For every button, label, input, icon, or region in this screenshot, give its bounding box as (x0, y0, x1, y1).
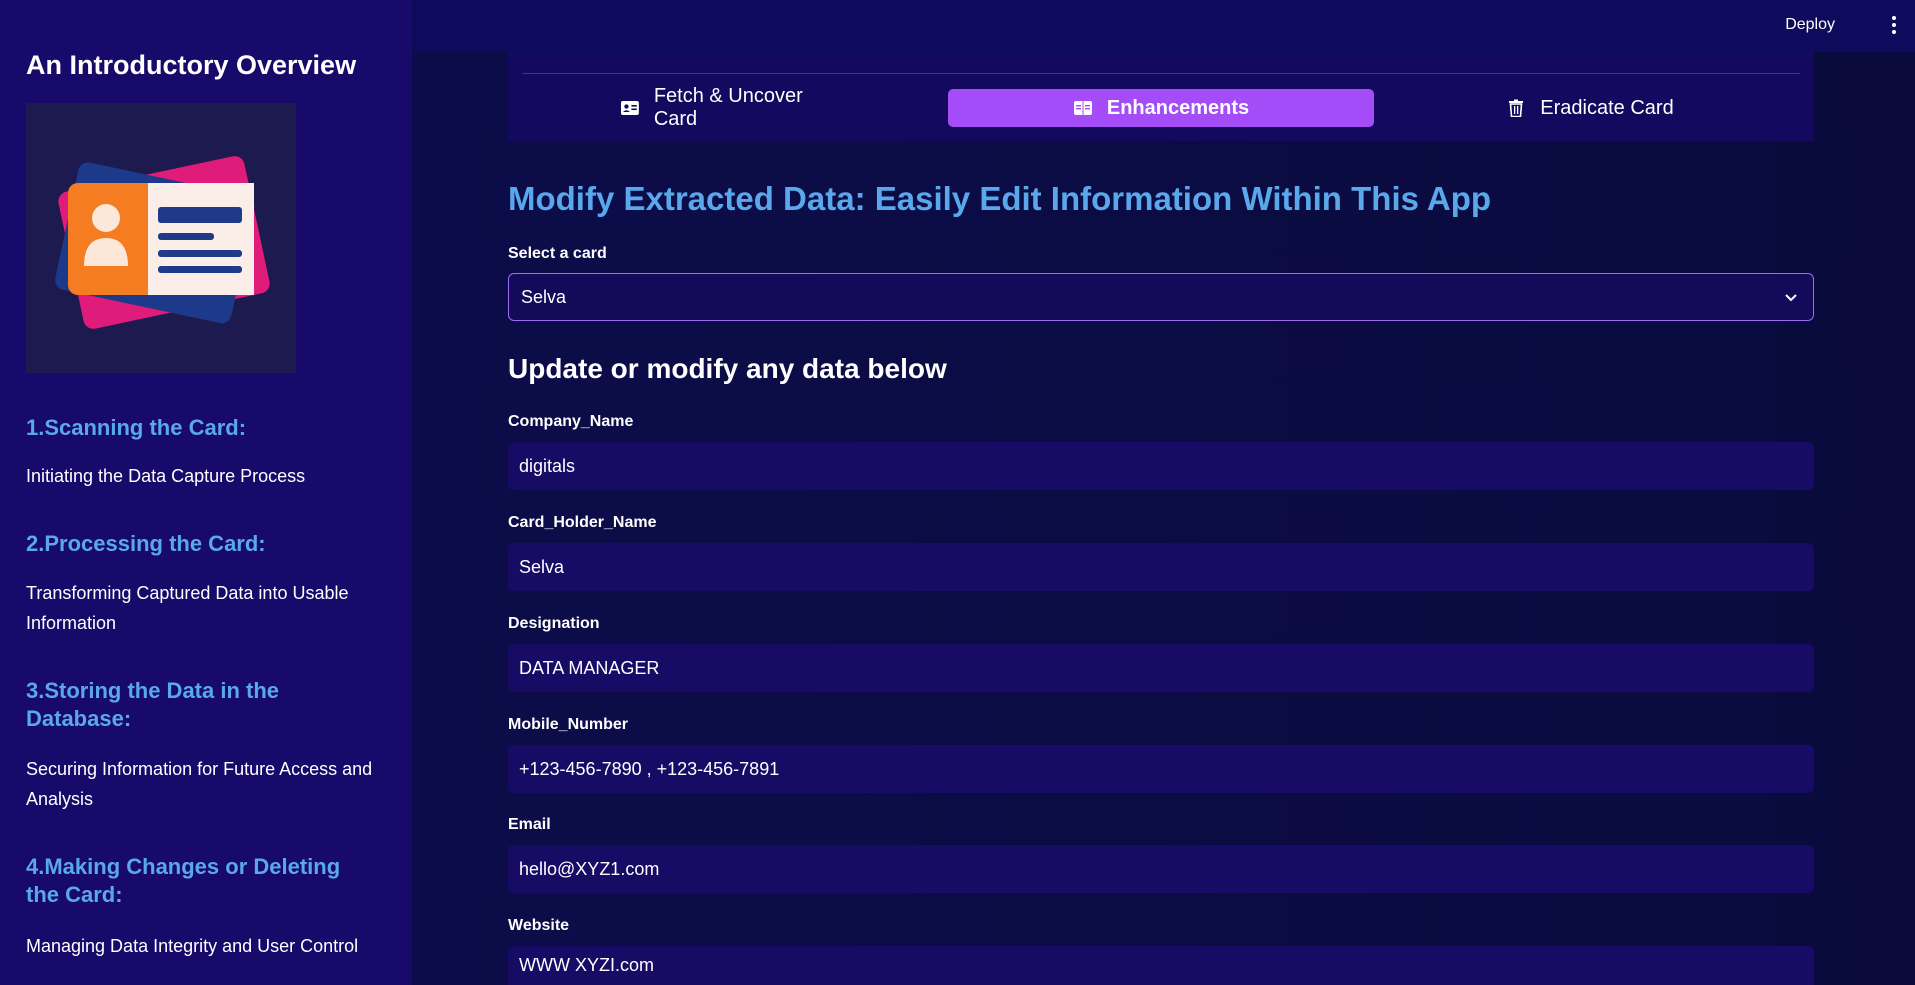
sidebar-step-heading: 4.Making Changes or Deleting the Card: (26, 854, 341, 907)
section-heading: Update or modify any data below (508, 353, 947, 384)
sidebar-step-text: Transforming Captured Data into Usable I… (26, 583, 349, 633)
id-card-icon (620, 101, 639, 115)
tab-fetch-uncover-card[interactable]: Fetch & Uncover Card (620, 85, 850, 130)
sidebar-title: An Introductory Overview (26, 50, 357, 80)
main-area (412, 0, 1915, 985)
field-label: Designation (508, 615, 600, 632)
page-title: Modify Extracted Data: Easily Edit Infor… (508, 180, 1492, 217)
tab-label: Enhancements (1106, 96, 1250, 119)
select-label: Select a card (508, 245, 607, 262)
card-holder-name-field[interactable]: Selva (508, 543, 1814, 591)
designation-field[interactable]: DATA MANAGER (508, 644, 1814, 692)
mobile-number-field[interactable]: +123-456-7890 , +123-456-7891 (508, 745, 1814, 793)
tab-divider (522, 73, 1800, 74)
field-label: Website (508, 917, 570, 934)
sidebar-step-heading: 3.Storing the Data in the Database: (26, 678, 280, 731)
tab-label: Fetch & Uncover Card (653, 85, 803, 130)
more-menu-icon[interactable] (1891, 16, 1897, 36)
field-label: Card_Holder_Name (508, 514, 657, 531)
chevron-down-icon (1785, 294, 1797, 302)
company-name-field[interactable]: digitals (508, 442, 1814, 490)
website-field[interactable]: WWW XYZI.com (508, 946, 1814, 985)
sidebar-step-text: Managing Data Integrity and User Control (26, 936, 359, 956)
tab-eradicate-card[interactable]: Eradicate Card (1500, 89, 1680, 127)
book-icon (1073, 101, 1092, 115)
sidebar-step-text: Initiating the Data Capture Process (26, 466, 306, 486)
deploy-button[interactable]: Deploy (1785, 16, 1835, 34)
card-select[interactable]: Selva (508, 273, 1814, 321)
sidebar: An Introductory Overview 1.Scanning the … (0, 0, 412, 985)
id-card-illustration (26, 103, 296, 373)
trash-icon (1509, 99, 1524, 117)
sidebar-step-heading: 2.Processing the Card: (26, 531, 266, 556)
field-label: Email (508, 816, 551, 833)
sidebar-step-text: Securing Information for Future Access a… (26, 759, 373, 809)
field-label: Company_Name (508, 413, 634, 430)
email-field[interactable]: hello@XYZ1.com (508, 845, 1814, 893)
sidebar-step-heading: 1.Scanning the Card: (26, 415, 247, 440)
tab-label: Eradicate Card (1540, 96, 1674, 119)
select-value: Selva (521, 286, 567, 307)
tab-enhancements[interactable]: Enhancements (948, 89, 1374, 127)
field-label: Mobile_Number (508, 716, 629, 733)
